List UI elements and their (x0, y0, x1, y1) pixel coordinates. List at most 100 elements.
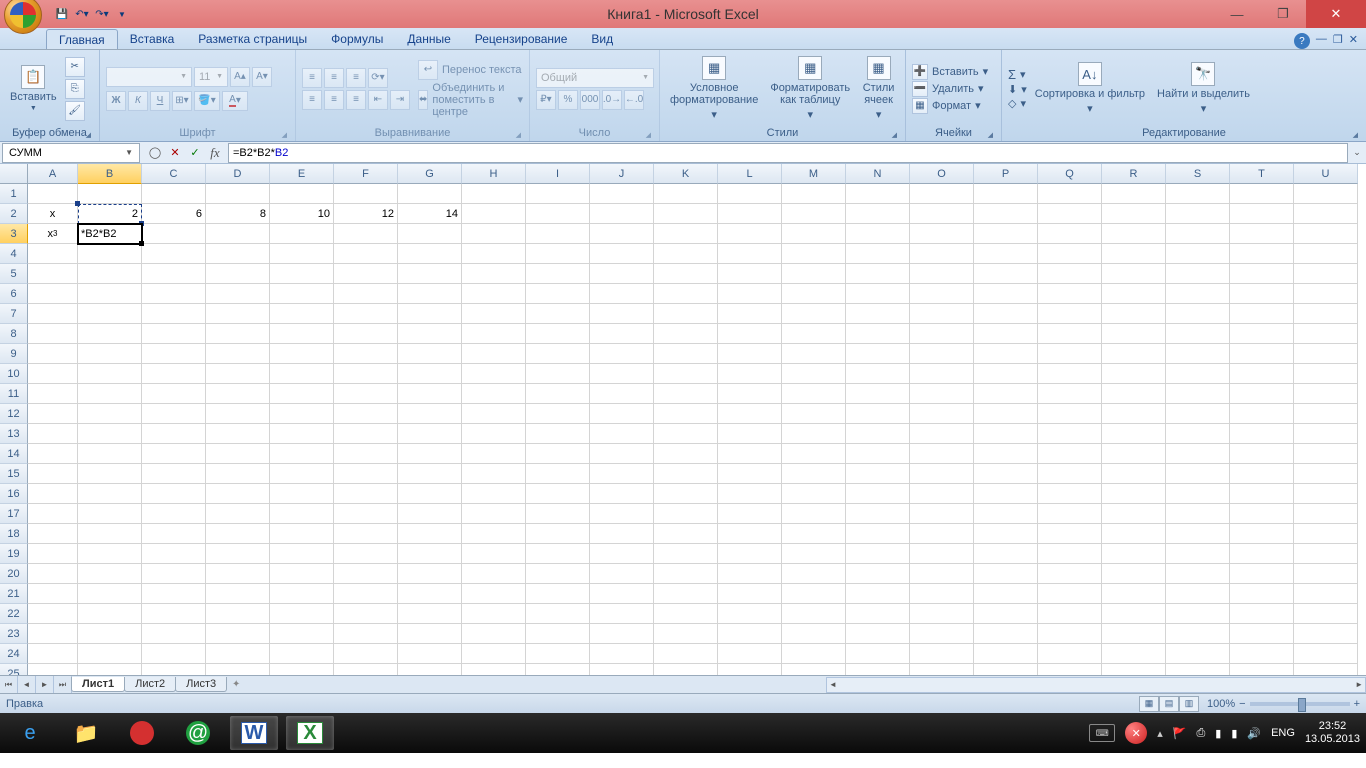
col-header-N[interactable]: N (846, 164, 910, 184)
cell-N13[interactable] (846, 424, 910, 444)
cell-E14[interactable] (270, 444, 334, 464)
cell-J23[interactable] (590, 624, 654, 644)
cell-A24[interactable] (28, 644, 78, 664)
cell-S14[interactable] (1166, 444, 1230, 464)
maximize-button[interactable]: ❐ (1260, 0, 1306, 28)
cell-E17[interactable] (270, 504, 334, 524)
zoom-in-icon[interactable]: + (1354, 698, 1360, 710)
cell-J2[interactable] (590, 204, 654, 224)
cell-L19[interactable] (718, 544, 782, 564)
volume-icon[interactable]: 🔊 (1247, 727, 1261, 740)
cell-F13[interactable] (334, 424, 398, 444)
cell-O22[interactable] (910, 604, 974, 624)
cell-U3[interactable] (1294, 224, 1358, 244)
row-header-18[interactable]: 18 (0, 524, 28, 544)
cell-K2[interactable] (654, 204, 718, 224)
cell-F10[interactable] (334, 364, 398, 384)
cell-R15[interactable] (1102, 464, 1166, 484)
cell-D1[interactable] (206, 184, 270, 204)
cell-J19[interactable] (590, 544, 654, 564)
cell-E25[interactable] (270, 664, 334, 675)
cell-U13[interactable] (1294, 424, 1358, 444)
cell-I12[interactable] (526, 404, 590, 424)
cell-O8[interactable] (910, 324, 974, 344)
row-header-13[interactable]: 13 (0, 424, 28, 444)
cell-P25[interactable] (974, 664, 1038, 675)
cell-M16[interactable] (782, 484, 846, 504)
cell-O11[interactable] (910, 384, 974, 404)
ribbon-restore-icon[interactable]: ❐ (1333, 33, 1343, 49)
cell-N11[interactable] (846, 384, 910, 404)
cell-J11[interactable] (590, 384, 654, 404)
cell-S3[interactable] (1166, 224, 1230, 244)
cell-I7[interactable] (526, 304, 590, 324)
cell-E21[interactable] (270, 584, 334, 604)
cell-K9[interactable] (654, 344, 718, 364)
cell-F21[interactable] (334, 584, 398, 604)
cell-O24[interactable] (910, 644, 974, 664)
sheet-tab-2[interactable]: Лист3 (175, 677, 227, 692)
indent-dec-icon[interactable]: ⇤ (368, 90, 388, 110)
flag-icon[interactable]: 🚩 (1173, 727, 1187, 740)
cell-K25[interactable] (654, 664, 718, 675)
cell-E19[interactable] (270, 544, 334, 564)
cell-F18[interactable] (334, 524, 398, 544)
cell-M9[interactable] (782, 344, 846, 364)
cell-I15[interactable] (526, 464, 590, 484)
page-layout-view-icon[interactable]: ▤ (1159, 696, 1179, 712)
row-header-24[interactable]: 24 (0, 644, 28, 664)
cell-S22[interactable] (1166, 604, 1230, 624)
cell-A14[interactable] (28, 444, 78, 464)
cell-R19[interactable] (1102, 544, 1166, 564)
cell-L20[interactable] (718, 564, 782, 584)
cell-B23[interactable] (78, 624, 142, 644)
cell-Q18[interactable] (1038, 524, 1102, 544)
cell-I17[interactable] (526, 504, 590, 524)
cell-P22[interactable] (974, 604, 1038, 624)
cell-M19[interactable] (782, 544, 846, 564)
cell-styles-button[interactable]: ▦Стили ячеек▾ (858, 52, 899, 125)
cell-U25[interactable] (1294, 664, 1358, 675)
cell-J15[interactable] (590, 464, 654, 484)
cell-D21[interactable] (206, 584, 270, 604)
word-icon[interactable]: W (230, 716, 278, 750)
cell-N21[interactable] (846, 584, 910, 604)
cell-J9[interactable] (590, 344, 654, 364)
cell-P4[interactable] (974, 244, 1038, 264)
cell-B14[interactable] (78, 444, 142, 464)
cell-L4[interactable] (718, 244, 782, 264)
cell-M18[interactable] (782, 524, 846, 544)
cell-O4[interactable] (910, 244, 974, 264)
cell-F9[interactable] (334, 344, 398, 364)
select-all-corner[interactable] (0, 164, 28, 184)
cell-N3[interactable] (846, 224, 910, 244)
cell-C14[interactable] (142, 444, 206, 464)
cell-U18[interactable] (1294, 524, 1358, 544)
col-header-C[interactable]: C (142, 164, 206, 184)
cell-H21[interactable] (462, 584, 526, 604)
cell-B1[interactable] (78, 184, 142, 204)
cell-R12[interactable] (1102, 404, 1166, 424)
cell-E10[interactable] (270, 364, 334, 384)
cell-F5[interactable] (334, 264, 398, 284)
cell-G23[interactable] (398, 624, 462, 644)
cell-C19[interactable] (142, 544, 206, 564)
col-header-A[interactable]: A (28, 164, 78, 184)
cut-icon[interactable]: ✂ (65, 57, 85, 77)
sheet-last-icon[interactable]: ⏭ (54, 676, 72, 693)
cell-G8[interactable] (398, 324, 462, 344)
cell-D14[interactable] (206, 444, 270, 464)
fx-icon[interactable]: fx (206, 144, 224, 162)
cell-R17[interactable] (1102, 504, 1166, 524)
cell-G14[interactable] (398, 444, 462, 464)
cell-T3[interactable] (1230, 224, 1294, 244)
cell-R13[interactable] (1102, 424, 1166, 444)
cell-K8[interactable] (654, 324, 718, 344)
cell-F6[interactable] (334, 284, 398, 304)
cell-B3[interactable]: *B2*B2 (78, 224, 142, 244)
cell-F15[interactable] (334, 464, 398, 484)
cell-J21[interactable] (590, 584, 654, 604)
cell-B5[interactable] (78, 264, 142, 284)
cell-J14[interactable] (590, 444, 654, 464)
cell-Q17[interactable] (1038, 504, 1102, 524)
